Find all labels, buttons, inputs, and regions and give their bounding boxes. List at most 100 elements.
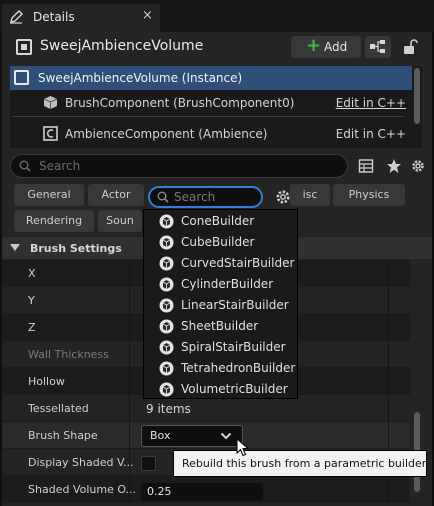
builder-icon — [159, 214, 174, 229]
builder-icon — [159, 340, 174, 355]
search-icon — [157, 191, 169, 203]
category-misc[interactable]: isc — [290, 184, 330, 206]
column-divider — [129, 314, 130, 341]
dropdown-item-cylinder-builder[interactable]: CylinderBuilder — [144, 274, 297, 295]
dropdown-item-label: ConeBuilder — [181, 214, 255, 228]
property-name: Y — [28, 294, 35, 307]
dropdown-item-label: TetrahedronBuilder — [181, 361, 296, 375]
brush-shape-combo[interactable]: Box — [141, 425, 243, 447]
add-label: Add — [324, 40, 348, 54]
category-rendering[interactable]: Rendering — [14, 210, 94, 232]
column-divider — [388, 341, 389, 368]
dropdown-item-tetrahedron-builder[interactable]: TetrahedronBuilder — [144, 358, 297, 379]
dropdown-item-sheet-builder[interactable]: SheetBuilder — [144, 316, 297, 337]
tab-bar: Details × — [0, 0, 434, 32]
column-divider — [388, 395, 389, 422]
property-name: Shaded Volume O... — [28, 483, 137, 496]
tooltip: Rebuild this brush from a parametric bui… — [173, 450, 429, 477]
gear-icon[interactable] — [274, 188, 292, 206]
builder-icon — [159, 319, 174, 334]
dropdown-item-volumetric-builder[interactable]: VolumetricBuilder — [144, 379, 297, 400]
property-name: Tessellated — [28, 402, 89, 415]
dropdown-item-label: SpiralStairBuilder — [181, 340, 286, 354]
search-icon — [19, 160, 31, 172]
combo-value: Box — [150, 429, 171, 442]
hierarchy-icon — [370, 40, 385, 53]
column-divider — [129, 341, 130, 368]
dropdown-item-label: CubeBuilder — [181, 235, 255, 249]
column-divider — [129, 368, 130, 395]
builder-icon — [159, 382, 174, 397]
component-icon — [43, 126, 58, 141]
component-row-ambience[interactable]: AmbienceComponent (Ambience) Edit in C++ — [10, 122, 412, 146]
lock-icon[interactable] — [401, 38, 419, 56]
actor-icon — [16, 39, 32, 55]
builder-icon — [159, 235, 174, 250]
plus-icon: + — [306, 35, 322, 56]
column-divider — [388, 314, 389, 341]
gear-icon[interactable] — [410, 158, 426, 174]
category-physics[interactable]: Physics — [333, 184, 405, 206]
column-divider — [129, 395, 130, 422]
category-general[interactable]: General — [14, 184, 84, 206]
dropdown-item-spiral-stair-builder[interactable]: SpiralStairBuilder — [144, 337, 297, 358]
dropdown-item-curved-stair-builder[interactable]: CurvedStairBuilder — [144, 253, 297, 274]
close-icon[interactable]: × — [142, 8, 153, 23]
property-name: Z — [28, 321, 36, 334]
divider — [12, 116, 404, 117]
column-divider — [388, 260, 389, 287]
display-shaded-checkbox[interactable] — [141, 456, 156, 471]
edit-in-cpp-link[interactable]: Edit in C++ — [336, 96, 406, 110]
actor-name: SweejAmbienceVolume — [40, 38, 204, 54]
star-icon[interactable] — [386, 158, 402, 174]
builder-icon — [159, 256, 174, 271]
column-divider — [129, 260, 130, 287]
search-placeholder: Search — [39, 159, 81, 173]
edit-in-cpp-link[interactable]: Edit in C++ — [336, 127, 406, 141]
search-placeholder: Search — [174, 190, 216, 204]
component-label: BrushComponent (BrushComponent0) — [65, 96, 295, 110]
category-sound[interactable]: Soun — [98, 210, 142, 232]
actor-icon — [14, 70, 29, 85]
builder-icon — [159, 277, 174, 292]
property-name: X — [28, 267, 36, 280]
property-name: Hollow — [28, 375, 65, 388]
dropdown-item-label: CurvedStairBuilder — [181, 256, 295, 270]
details-search[interactable]: Search — [10, 154, 348, 178]
dropdown-item-cone-builder[interactable]: ConeBuilder — [144, 211, 297, 232]
component-row-instance[interactable]: SweejAmbienceVolume (Instance) — [10, 66, 412, 90]
column-divider — [388, 368, 389, 395]
builder-dropdown: ConeBuilder CubeBuilder CurvedStairBuild… — [143, 209, 298, 399]
blueprint-button[interactable] — [365, 36, 391, 58]
column-divider — [129, 287, 130, 314]
mouse-cursor-icon — [236, 438, 250, 457]
column-divider — [388, 287, 389, 314]
table-view-icon[interactable] — [358, 158, 374, 174]
component-row-brush[interactable]: BrushComponent (BrushComponent0) Edit in… — [10, 91, 412, 115]
add-component-button[interactable]: + Add — [291, 36, 361, 58]
input-value: 0.25 — [147, 485, 172, 498]
shaded-opacity-input[interactable]: 0.25 — [141, 483, 263, 501]
builder-icon — [159, 298, 174, 313]
tab-details[interactable]: Details × — [2, 4, 160, 32]
component-label: SweejAmbienceVolume (Instance) — [38, 71, 243, 85]
section-title: Brush Settings — [30, 242, 122, 255]
property-name: Display Shaded V... — [28, 456, 134, 469]
tree-scrollbar[interactable] — [414, 68, 420, 124]
dropdown-item-linear-stair-builder[interactable]: LinearStairBuilder — [144, 295, 297, 316]
dropdown-item-label: CylinderBuilder — [181, 277, 274, 291]
category-actor[interactable]: Actor — [88, 184, 144, 206]
property-name: Wall Thickness — [28, 348, 109, 361]
column-divider — [388, 422, 389, 449]
dropdown-item-cube-builder[interactable]: CubeBuilder — [144, 232, 297, 253]
builder-icon — [159, 361, 174, 376]
collapse-arrow-icon — [10, 244, 20, 251]
class-picker-search[interactable]: Search — [148, 186, 263, 208]
dropdown-item-label: VolumetricBuilder — [181, 382, 288, 396]
tab-title: Details — [33, 10, 75, 24]
property-value: 9 items — [146, 402, 191, 416]
actor-header: SweejAmbienceVolume + Add — [2, 32, 432, 63]
tooltip-text: Rebuild this brush from a parametric bui… — [182, 457, 429, 470]
column-divider — [388, 476, 389, 503]
component-tree: SweejAmbienceVolume (Instance) BrushComp… — [10, 66, 422, 148]
